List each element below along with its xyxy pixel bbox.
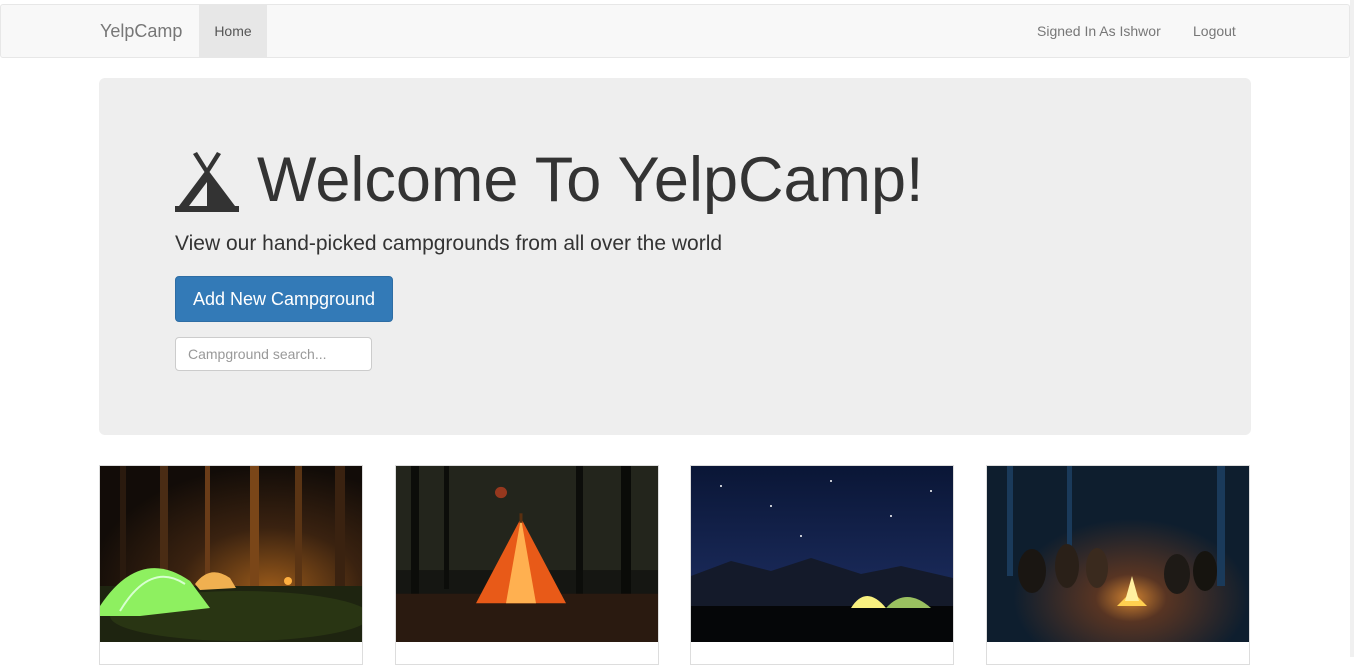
campground-search-input[interactable] [175,337,372,371]
campground-card[interactable] [986,465,1250,665]
nav-home-link[interactable]: Home [199,5,267,57]
campground-card[interactable] [99,465,363,665]
hero-title: Welcome To YelpCamp! [257,145,924,215]
hero-jumbotron: Welcome To YelpCamp! View our hand-picke… [99,78,1251,435]
add-campground-button[interactable]: Add New Campground [175,276,393,322]
campground-image[interactable] [396,466,658,642]
page-scrollbar[interactable] [1350,0,1354,657]
campground-image[interactable] [691,466,953,642]
logout-link[interactable]: Logout [1193,5,1236,57]
signed-in-link[interactable]: Signed In As Ishwor [1037,5,1161,57]
hero-subtitle: View our hand-picked campgrounds from al… [175,232,723,255]
tent-icon [175,152,239,212]
campground-image[interactable] [987,466,1249,642]
navbar: YelpCamp Home Signed In As Ishwor Logout [0,4,1350,58]
campground-image[interactable] [100,466,362,642]
campground-card[interactable] [690,465,954,665]
hero-title-row: Welcome To YelpCamp! [175,140,924,220]
brand-link[interactable]: YelpCamp [100,5,182,57]
campground-card[interactable] [395,465,659,665]
